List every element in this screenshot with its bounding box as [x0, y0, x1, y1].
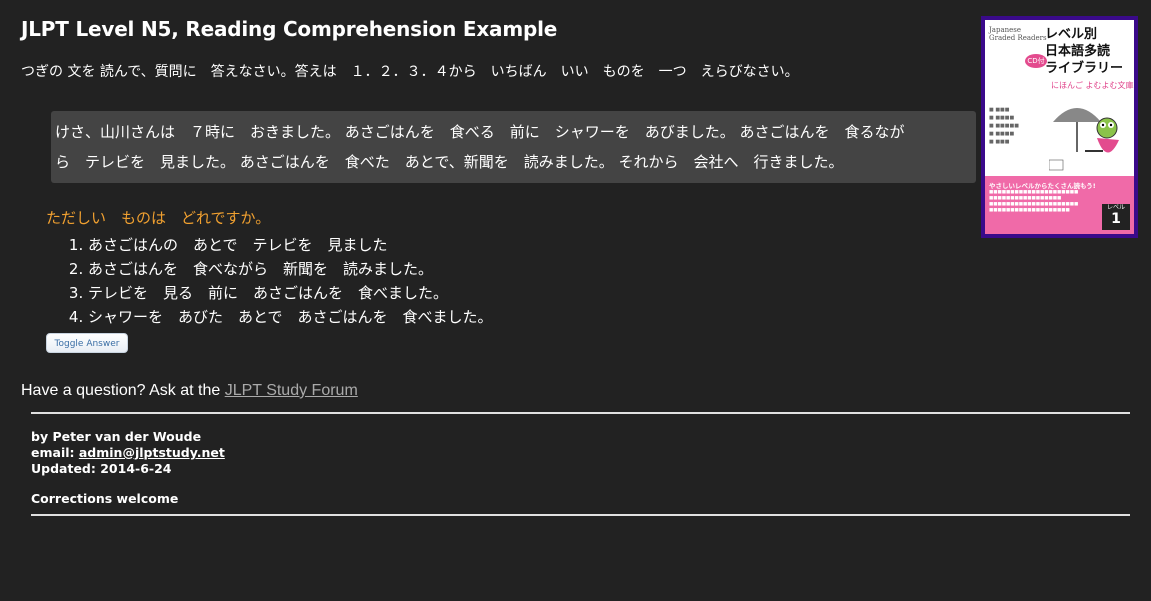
page: JLPT Level N5, Reading Comprehension Exa… — [0, 0, 1151, 601]
book-cover-inner: Japanese Graded Readers レベル別 日本語多読 ライブラリ… — [985, 20, 1134, 234]
forum-prompt: Have a question? Ask at the JLPT Study F… — [21, 382, 358, 400]
reading-passage: けさ、山川さんは ７時に おきました。 あさごはんを 食べる 前に シャワーを … — [51, 111, 976, 183]
email-link[interactable]: admin@jlptstudy.net — [79, 445, 225, 460]
answer-option: あさごはんを 食べながら 新聞を 読みました。 — [88, 257, 493, 281]
divider — [31, 514, 1130, 516]
umbrella-frog-illustration — [1049, 108, 1119, 171]
author-text: by Peter van der Woude — [31, 429, 202, 444]
corrections-text: Corrections welcome — [31, 491, 179, 506]
book-series-en-line: Japanese — [989, 26, 1022, 34]
divider — [31, 412, 1130, 414]
answer-option: シャワーを あびた あとで あさごはんを 食べました。 — [88, 305, 493, 329]
book-band-text: ■■■■■■■■■■■■■■■■■■■■■ ■■■■■■■■■■■■■■■■■ … — [989, 190, 1079, 213]
level-label: レベル — [1106, 204, 1125, 211]
book-title-line: ライブラリー — [1045, 61, 1124, 76]
email-line: email: admin@jlptstudy.net — [31, 445, 225, 461]
book-subtitle: にほんご よむよむ文庫 — [1051, 81, 1134, 90]
passage-line: ら テレビを 見ました。 あさごはんを 食べた あとで、新聞を 読みました。 そ… — [55, 153, 844, 171]
toggle-answer-button[interactable]: Toggle Answer — [46, 333, 128, 353]
answer-option: テレビを 見る 前に あさごはんを 食べました。 — [88, 281, 493, 305]
book-contents-list: ■ ■■■ ■ ■■■■ ■ ■■■■■ ■ ■■■■ ■ ■■■ — [989, 107, 1019, 145]
book-series-en-line: Graded Readers — [989, 34, 1047, 42]
forum-link[interactable]: JLPT Study Forum — [225, 382, 358, 399]
book-title: レベル別 日本語多読 ライブラリー — [1045, 26, 1123, 77]
book-title-line: レベル別 — [1045, 27, 1098, 42]
question-text: ただしい ものは どれですか。 — [46, 209, 271, 227]
answer-options-list: あさごはんの あとで テレビを 見ました あさごはんを 食べながら 新聞を 読み… — [46, 233, 493, 329]
book-cover-image[interactable]: Japanese Graded Readers レベル別 日本語多読 ライブラリ… — [981, 16, 1138, 238]
cd-badge: CD付 — [1025, 54, 1047, 68]
instructions-text: つぎの 文を 読んで、質問に 答えなさい。答えは １．２．３．４から いちばん … — [21, 64, 799, 80]
book-title-line: 日本語多読 — [1045, 44, 1111, 59]
answer-option: あさごはんの あとで テレビを 見ました — [88, 233, 493, 257]
footer-info: by Peter van der Woude email: admin@jlpt… — [31, 429, 225, 477]
email-label: email: — [31, 445, 79, 460]
updated-text: Updated: 2014-6-24 — [31, 461, 172, 476]
book-band-headline: やさしいレベルからたくさん読もう! — [989, 182, 1096, 190]
level-badge: レベル 1 — [1102, 204, 1130, 230]
page-title: JLPT Level N5, Reading Comprehension Exa… — [21, 17, 558, 41]
level-number: 1 — [1111, 211, 1121, 227]
forum-prompt-text: Have a question? Ask at the — [21, 382, 225, 399]
book-series-en: Japanese Graded Readers — [989, 26, 1047, 42]
passage-line: けさ、山川さんは ７時に おきました。 あさごはんを 食べる 前に シャワーを … — [55, 123, 905, 141]
